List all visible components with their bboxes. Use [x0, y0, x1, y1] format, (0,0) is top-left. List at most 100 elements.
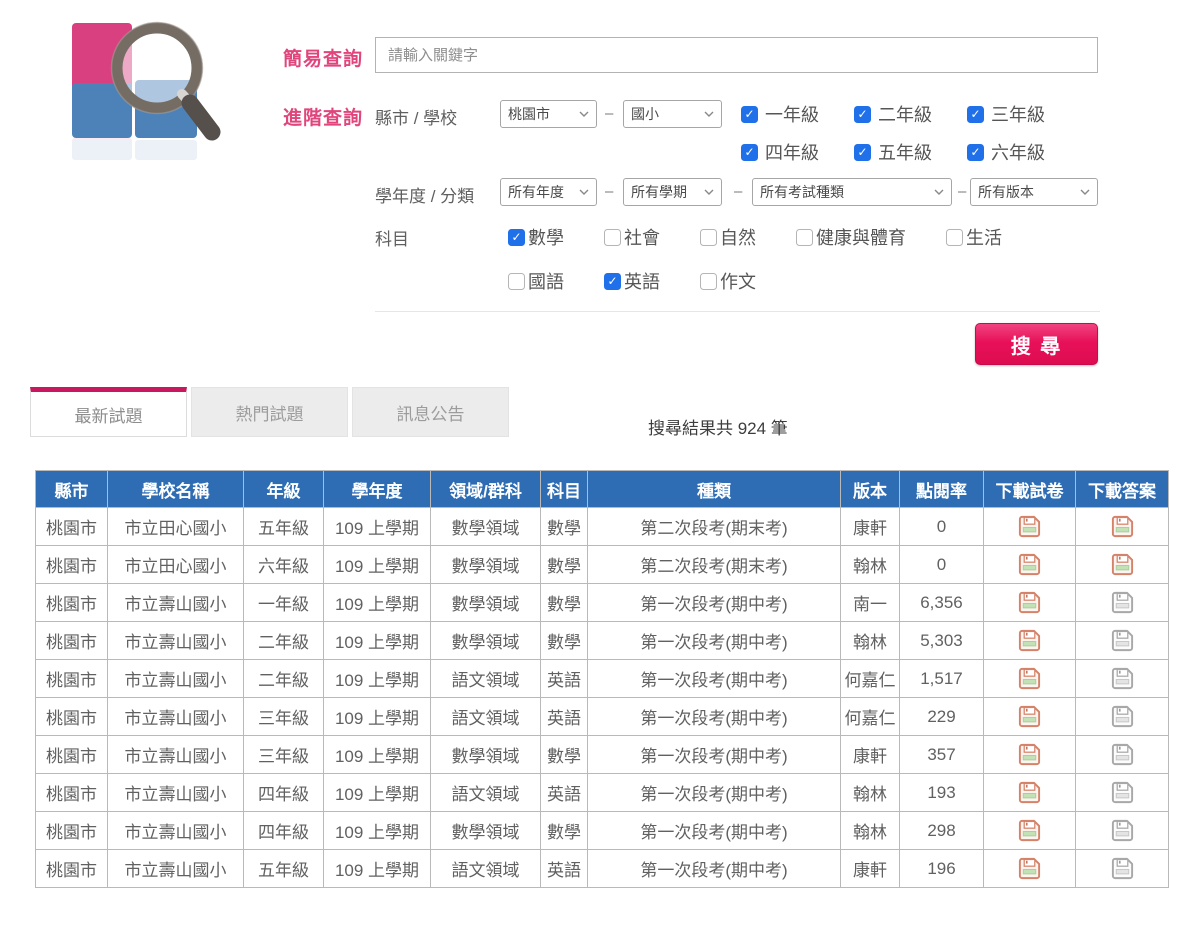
subject-checkbox[interactable] — [796, 229, 813, 246]
simple-search-label: 簡易查詢 — [283, 44, 363, 71]
cell-grade: 四年級 — [244, 812, 324, 850]
table-row: 桃園市 市立田心國小 五年級 109 上學期 數學領域 數學 第二次段考(期末考… — [36, 508, 1169, 546]
download-paper-icon[interactable] — [1017, 666, 1042, 691]
cell-views: 229 — [900, 698, 984, 736]
cell-grade: 五年級 — [244, 850, 324, 888]
subject-checkbox[interactable] — [700, 229, 717, 246]
cell-grade: 二年級 — [244, 622, 324, 660]
cell-download-answer — [1076, 508, 1169, 546]
column-header: 點閱率 — [900, 471, 984, 508]
download-answer-icon[interactable] — [1110, 704, 1135, 729]
year-category-label: 學年度 / 分類 — [375, 182, 474, 207]
download-paper-icon[interactable] — [1017, 514, 1042, 539]
cell-city: 桃園市 — [36, 660, 108, 698]
grade-checkbox[interactable] — [854, 144, 871, 161]
year-select-value: 所有年度 — [508, 182, 564, 202]
download-paper-icon[interactable] — [1017, 742, 1042, 767]
download-answer-icon[interactable] — [1110, 552, 1135, 577]
cell-download-paper — [984, 736, 1076, 774]
download-paper-icon[interactable] — [1017, 590, 1042, 615]
exam-type-select[interactable]: 所有考試種類 — [752, 178, 952, 206]
cell-download-paper — [984, 698, 1076, 736]
download-paper-icon[interactable] — [1017, 818, 1042, 843]
download-answer-icon[interactable] — [1110, 628, 1135, 653]
grade-checkbox[interactable] — [967, 106, 984, 123]
subject-checkbox[interactable] — [604, 273, 621, 290]
cell-domain: 語文領域 — [431, 698, 541, 736]
download-paper-icon[interactable] — [1017, 628, 1042, 653]
year-select[interactable]: 所有年度 — [500, 178, 597, 206]
grade-checkbox-label: 一年級 — [765, 101, 819, 127]
subject-checkbox-label: 英語 — [624, 268, 660, 294]
subject-checkbox[interactable] — [508, 229, 525, 246]
cell-city: 桃園市 — [36, 736, 108, 774]
results-table: 縣市學校名稱年級學年度領域/群科科目種類版本點閱率下載試卷下載答案 桃園市 市立… — [35, 470, 1169, 888]
cell-version: 翰林 — [841, 622, 900, 660]
cell-subject: 英語 — [541, 774, 588, 812]
column-header: 下載試卷 — [984, 471, 1076, 508]
keyword-input[interactable] — [375, 37, 1098, 73]
download-answer-icon[interactable] — [1110, 666, 1135, 691]
subject-label: 科目 — [375, 225, 409, 250]
cell-city: 桃園市 — [36, 584, 108, 622]
download-paper-icon[interactable] — [1017, 704, 1042, 729]
download-answer-icon[interactable] — [1110, 818, 1135, 843]
table-row: 桃園市 市立壽山國小 三年級 109 上學期 數學領域 數學 第一次段考(期中考… — [36, 736, 1169, 774]
grade-checkbox[interactable] — [967, 144, 984, 161]
grade-checkbox[interactable] — [741, 144, 758, 161]
site-logo-icon — [60, 15, 240, 160]
subject-checkbox-row-1: 數學 社會 自然 健康與體育 生活 — [508, 224, 1002, 250]
download-answer-icon[interactable] — [1110, 742, 1135, 767]
city-select[interactable]: 桃園市 — [500, 100, 597, 128]
subject-checkbox-row-2: 國語 英語 作文 — [508, 268, 756, 294]
download-paper-icon[interactable] — [1017, 552, 1042, 577]
cell-download-answer — [1076, 698, 1169, 736]
cell-year: 109 上學期 — [324, 508, 431, 546]
school-level-select[interactable]: 國小 — [623, 100, 722, 128]
cell-city: 桃園市 — [36, 850, 108, 888]
subject-option: 生活 — [946, 224, 1002, 250]
grade-checkbox[interactable] — [854, 106, 871, 123]
grade-checkbox[interactable] — [741, 106, 758, 123]
cell-exam-type: 第一次段考(期中考) — [588, 736, 841, 774]
subject-checkbox[interactable] — [604, 229, 621, 246]
download-answer-icon[interactable] — [1110, 856, 1135, 881]
search-button[interactable]: 搜 尋 — [975, 323, 1098, 365]
result-tab[interactable]: 最新試題 — [30, 387, 187, 437]
download-answer-icon[interactable] — [1110, 514, 1135, 539]
cell-grade: 三年級 — [244, 736, 324, 774]
cell-domain: 語文領域 — [431, 850, 541, 888]
cell-grade: 一年級 — [244, 584, 324, 622]
result-tab[interactable]: 熱門試題 — [191, 387, 348, 437]
version-select[interactable]: 所有版本 — [970, 178, 1098, 206]
cell-download-paper — [984, 660, 1076, 698]
cell-school: 市立壽山國小 — [108, 774, 244, 812]
cell-school: 市立壽山國小 — [108, 622, 244, 660]
grade-option: 五年級 — [854, 139, 932, 165]
subject-checkbox[interactable] — [700, 273, 717, 290]
subject-checkbox[interactable] — [508, 273, 525, 290]
download-answer-icon[interactable] — [1110, 780, 1135, 805]
download-answer-icon[interactable] — [1110, 590, 1135, 615]
subject-checkbox[interactable] — [946, 229, 963, 246]
download-paper-icon[interactable] — [1017, 856, 1042, 881]
cell-domain: 數學領域 — [431, 508, 541, 546]
result-tab[interactable]: 訊息公告 — [352, 387, 509, 437]
cell-subject: 數學 — [541, 622, 588, 660]
table-row: 桃園市 市立壽山國小 二年級 109 上學期 語文領域 英語 第一次段考(期中考… — [36, 660, 1169, 698]
semester-select[interactable]: 所有學期 — [623, 178, 722, 206]
city-school-label: 縣市 / 學校 — [375, 104, 457, 129]
cell-city: 桃園市 — [36, 698, 108, 736]
grade-checkbox-row-2: 四年級 五年級 六年級 — [741, 139, 1045, 165]
cell-domain: 數學領域 — [431, 622, 541, 660]
cell-download-answer — [1076, 584, 1169, 622]
cell-year: 109 上學期 — [324, 660, 431, 698]
cell-version: 康軒 — [841, 508, 900, 546]
cell-views: 6,356 — [900, 584, 984, 622]
download-paper-icon[interactable] — [1017, 780, 1042, 805]
subject-checkbox-label: 自然 — [720, 224, 756, 250]
cell-year: 109 上學期 — [324, 812, 431, 850]
cell-grade: 二年級 — [244, 660, 324, 698]
dash-separator: – — [605, 105, 613, 122]
advanced-search-label: 進階查詢 — [283, 103, 363, 130]
